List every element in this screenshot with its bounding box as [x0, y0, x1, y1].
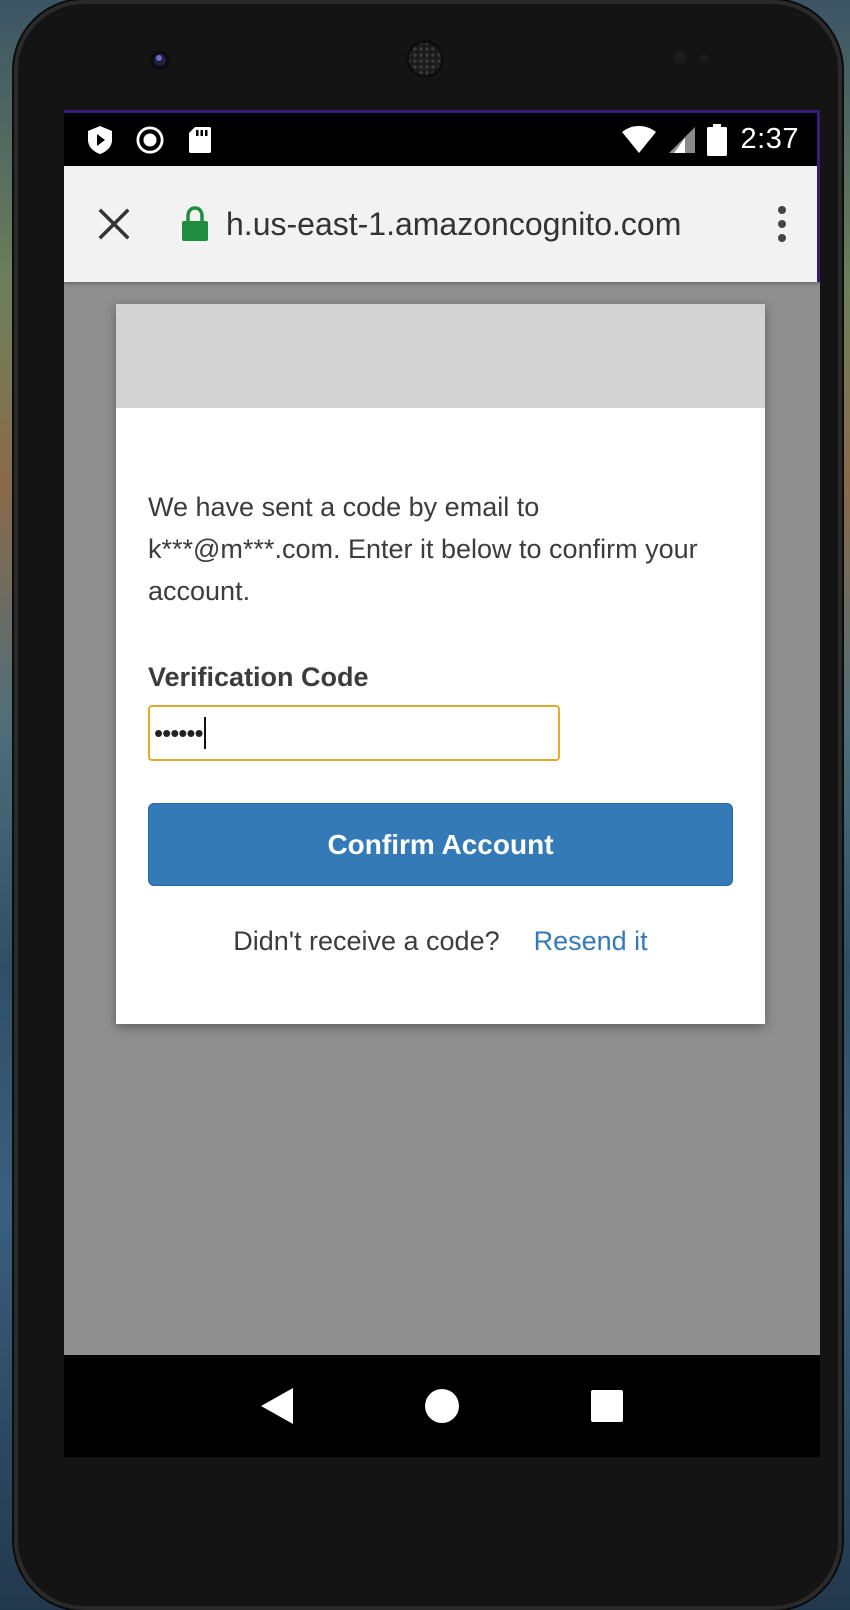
- confirmation-message: We have sent a code by email to k***@m**…: [148, 492, 698, 606]
- verification-code-value: ••••••: [154, 718, 204, 748]
- proximity-sensor: [674, 52, 686, 64]
- record-icon: [136, 125, 164, 154]
- status-time: 2:37: [740, 123, 799, 155]
- phone-frame: 2:37 h.us-east-1.amazoncognito.com We ha…: [14, 0, 842, 1610]
- sd-card-icon: [189, 126, 211, 153]
- battery-icon: [706, 123, 727, 156]
- url-text[interactable]: h.us-east-1.amazoncognito.com: [226, 206, 681, 243]
- resend-code-link[interactable]: Resend it: [534, 926, 648, 957]
- cell-signal-icon: [668, 126, 695, 153]
- device-screen: 2:37 h.us-east-1.amazoncognito.com We ha…: [64, 110, 820, 1457]
- verification-code-input[interactable]: ••••••: [148, 705, 560, 761]
- front-camera: [150, 50, 170, 70]
- close-icon: [98, 208, 130, 240]
- card-banner: [116, 304, 765, 408]
- text-cursor: [203, 717, 206, 749]
- recents-icon: [591, 1390, 624, 1422]
- back-button[interactable]: [252, 1381, 302, 1431]
- home-icon: [424, 1389, 459, 1423]
- home-button[interactable]: [417, 1381, 467, 1431]
- confirm-account-card: We have sent a code by email to k***@m**…: [116, 304, 765, 1024]
- close-tab-button[interactable]: [64, 166, 164, 282]
- browser-toolbar: h.us-east-1.amazoncognito.com: [64, 166, 820, 282]
- recents-button[interactable]: [582, 1381, 632, 1431]
- verification-code-label: Verification Code: [148, 662, 369, 692]
- light-sensor: [700, 54, 708, 62]
- earpiece-speaker: [406, 40, 444, 78]
- more-vert-icon: [778, 206, 786, 242]
- wifi-icon: [621, 125, 656, 153]
- navigation-bar: [64, 1355, 820, 1457]
- resend-row: Didn't receive a code? Resend it: [148, 926, 733, 957]
- card-body: We have sent a code by email to k***@m**…: [116, 408, 765, 957]
- confirm-account-button[interactable]: Confirm Account: [148, 803, 733, 886]
- lock-icon: [182, 206, 208, 241]
- status-bar: 2:37: [64, 110, 820, 166]
- resend-prompt: Didn't receive a code?: [233, 926, 500, 956]
- browser-menu-button[interactable]: [747, 166, 817, 282]
- back-icon: [260, 1388, 293, 1424]
- play-protect-icon: [88, 125, 112, 154]
